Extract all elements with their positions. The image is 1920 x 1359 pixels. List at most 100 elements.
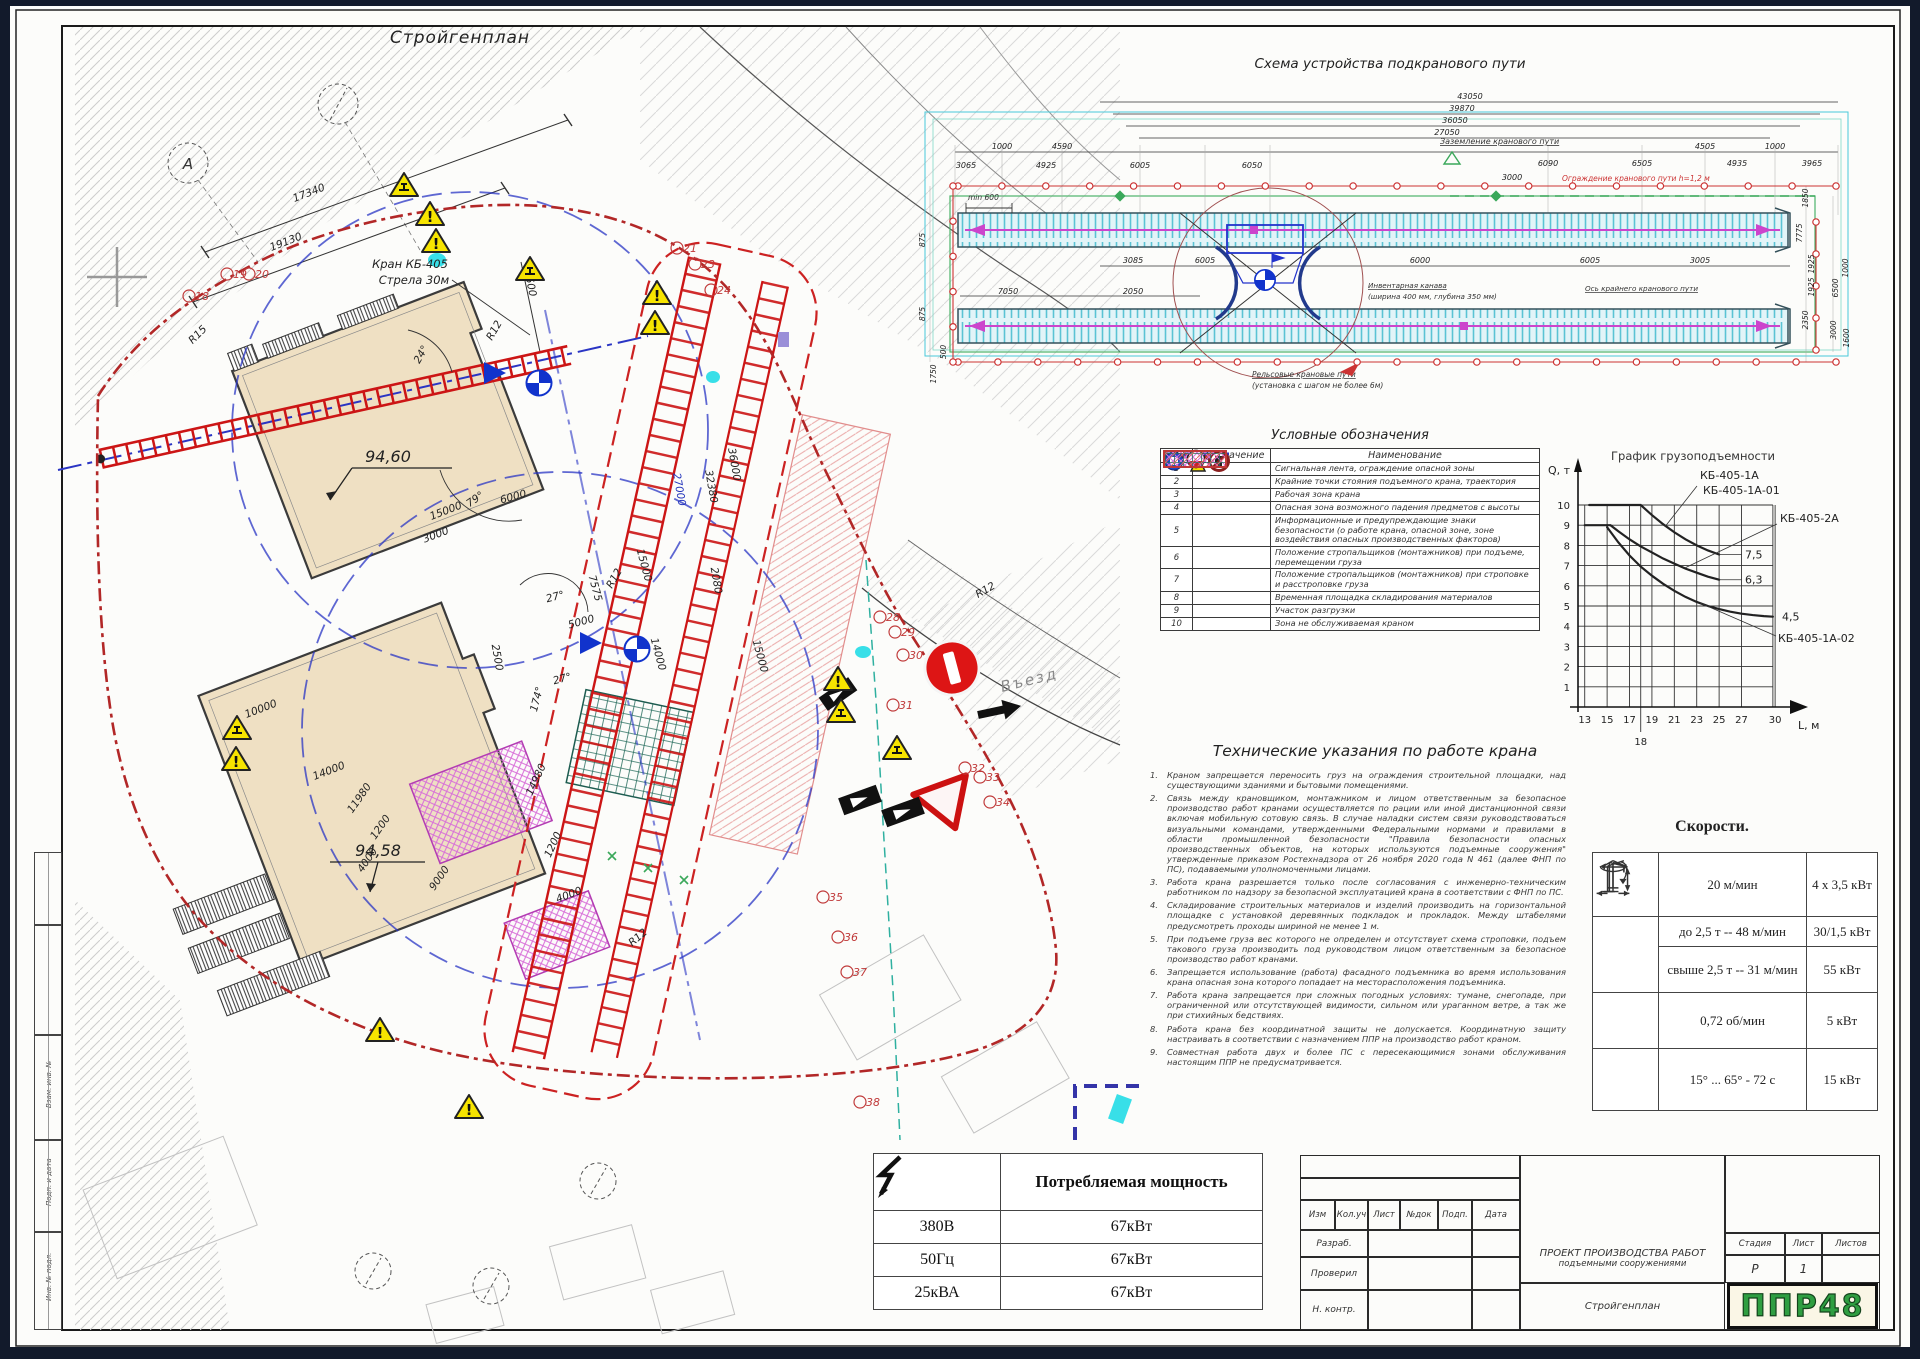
plan-dimension: 7575 bbox=[586, 574, 605, 603]
scheme-dim: 6050 bbox=[1242, 161, 1262, 170]
x-tick-label: 30 bbox=[1769, 715, 1782, 726]
y-tick-label: 5 bbox=[1564, 602, 1570, 613]
tb-stage-col-1: Лист bbox=[1785, 1233, 1822, 1255]
plan-dimension: 5000 bbox=[567, 613, 596, 632]
scheme-dim: 2350 bbox=[1801, 310, 1810, 329]
x-tick-label: 15 bbox=[1601, 715, 1614, 726]
frame-strip-cell bbox=[34, 925, 62, 1035]
legend-row-name: Сигнальная лента, ограждение опасной зон… bbox=[1271, 463, 1540, 476]
warning-sign-icon bbox=[641, 311, 669, 335]
point-number: 18 bbox=[195, 290, 209, 303]
legend-row-num: 9 bbox=[1161, 604, 1193, 617]
instruction-item: 2.Связь между крановщиком, монтажником и… bbox=[1150, 793, 1566, 874]
point-marker bbox=[984, 796, 996, 808]
signal-line-post bbox=[1350, 183, 1356, 189]
plan-dimension: 27000 bbox=[670, 472, 688, 507]
signal-line-post bbox=[1713, 359, 1719, 365]
scheme-dim: 4505 bbox=[1695, 142, 1715, 151]
signal-line-post bbox=[1593, 359, 1599, 365]
scheme-dim: 6005 bbox=[1580, 256, 1600, 265]
instruction-text: При подъеме груза вес которого не опреде… bbox=[1167, 934, 1566, 964]
crane-track-band-1 bbox=[958, 208, 1790, 252]
speeds-table: 20 м/мин4 х 3,5 кВтдо 2,5 т -- 48 м/мин3… bbox=[1592, 852, 1878, 1111]
speeds-row: 0,72 об/мин5 кВт bbox=[1593, 993, 1878, 1049]
instruction-item: 7.Работа крана запрещается при сложных п… bbox=[1150, 990, 1566, 1020]
scheme-dim: 500 bbox=[939, 345, 948, 360]
signal-line-post bbox=[1075, 359, 1081, 365]
legend-row-name: Информационные и предупреждающие знаки б… bbox=[1271, 515, 1540, 547]
series-label: КБ-405-2А bbox=[1780, 512, 1839, 525]
power-param: 25кВА bbox=[874, 1277, 1001, 1310]
legend-row: 2Крайние точки стояния подъемного крана,… bbox=[1161, 476, 1540, 489]
tb-row-label-0: Разраб. bbox=[1300, 1230, 1368, 1257]
plan-dimension: 14000 bbox=[648, 637, 668, 673]
scheme-dim: 1000 bbox=[992, 142, 1012, 151]
point-number: 30 bbox=[909, 649, 923, 662]
scheme-label-min600: min 600 bbox=[968, 193, 999, 202]
legend-row-name: Положение стропальщиков (монтажников) пр… bbox=[1271, 569, 1540, 591]
signal-line-post bbox=[1753, 359, 1759, 365]
scheme-title: Схема устройства подкранового пути bbox=[1225, 56, 1555, 72]
tb-row-label-2: Н. контр. bbox=[1300, 1290, 1368, 1330]
crane-position-symbol bbox=[625, 637, 650, 662]
scheme-dim: 36050 bbox=[1442, 116, 1467, 125]
end-value-label: 7,5 bbox=[1745, 548, 1763, 561]
y-tick-label: 2 bbox=[1564, 663, 1570, 674]
instructions-list: 1.Краном запрещается переносить груз на … bbox=[1150, 770, 1566, 1070]
legend-row-num: 3 bbox=[1161, 489, 1193, 502]
title-block-cell bbox=[1368, 1290, 1472, 1330]
signal-line-post bbox=[950, 218, 956, 224]
point-marker bbox=[897, 649, 909, 661]
legend-title: Условные обозначения bbox=[1245, 428, 1455, 443]
legend-row-num: 10 bbox=[1161, 617, 1193, 630]
instruction-text: Складирование строительных материалов и … bbox=[1167, 900, 1566, 930]
power-param: 380В bbox=[874, 1211, 1001, 1244]
power-value: 30/1,5 кВт bbox=[1807, 917, 1878, 947]
instruction-item: 3.Работа крана разрешается только после … bbox=[1150, 877, 1566, 897]
legend-row: 8Временная площадка складирования матери… bbox=[1161, 591, 1540, 604]
signal-line-post bbox=[1657, 183, 1663, 189]
tb-sheet-value: 1 bbox=[1785, 1255, 1822, 1283]
plan-dimension: 32380 bbox=[702, 469, 720, 504]
legend-row: 7Положение стропальщиков (монтажников) п… bbox=[1161, 569, 1540, 591]
title-block-cell bbox=[1472, 1290, 1520, 1330]
scheme-label-axis: Ось крайнего кранового пути bbox=[1585, 284, 1698, 293]
signal-line-post bbox=[950, 324, 956, 330]
legend-row: 5Информационные и предупреждающие знаки … bbox=[1161, 515, 1540, 547]
instruction-item: 1.Краном запрещается переносить груз на … bbox=[1150, 770, 1566, 790]
scheme-dim: 1925 bbox=[1807, 277, 1816, 296]
point-marker bbox=[874, 611, 886, 623]
point-number: 32 bbox=[971, 762, 985, 775]
warning-sign-icon bbox=[422, 229, 450, 253]
ppr48-logo: ППР48 bbox=[1727, 1283, 1878, 1329]
legend-row-num: 6 bbox=[1161, 547, 1193, 569]
title-block-cell bbox=[1472, 1230, 1520, 1257]
project-line1: ПРОЕКТ ПРОИЗВОДСТВА РАБОТ bbox=[1540, 1248, 1706, 1259]
scheme-dim: 3085 bbox=[1123, 256, 1143, 265]
marker-cyan bbox=[1108, 1094, 1132, 1124]
signal-line-post bbox=[1833, 359, 1839, 365]
point-number: 35 bbox=[829, 891, 843, 904]
scheme-dim: 6005 bbox=[1130, 161, 1150, 170]
scheme-dim: 875 bbox=[918, 233, 927, 248]
scheme-label-grounding: Заземление кранового пути bbox=[1440, 137, 1559, 146]
signal-line-post bbox=[1673, 359, 1679, 365]
series-label: КБ-405-1А-02 bbox=[1778, 632, 1855, 645]
legend-row: 4Опасная зона возможного падения предмет… bbox=[1161, 502, 1540, 515]
instruction-number: 6. bbox=[1150, 967, 1167, 987]
crane-track-band-2 bbox=[958, 304, 1790, 348]
lightning-icon bbox=[874, 1154, 908, 1200]
give-way-sign bbox=[913, 775, 981, 837]
instruction-item: 9.Совместная работа двух и более ПС с пе… bbox=[1150, 1047, 1566, 1067]
unloading-zone bbox=[566, 690, 693, 806]
legend-row-num: 2 bbox=[1161, 476, 1193, 489]
signal-line-post bbox=[1526, 183, 1532, 189]
tb-stage-col-2: Листов bbox=[1822, 1233, 1880, 1255]
series-label: КБ-405-1А-01 bbox=[1703, 484, 1780, 497]
end-value-label: 6,3 bbox=[1745, 574, 1763, 587]
frame-strip-cell bbox=[34, 852, 62, 925]
speed-value: свыше 2,5 т -- 31 м/мин bbox=[1659, 947, 1807, 993]
instruction-text: Краном запрещается переносить груз на ог… bbox=[1167, 770, 1566, 790]
warning-sign-icon bbox=[455, 1095, 483, 1119]
y-tick-label: 8 bbox=[1564, 541, 1570, 552]
